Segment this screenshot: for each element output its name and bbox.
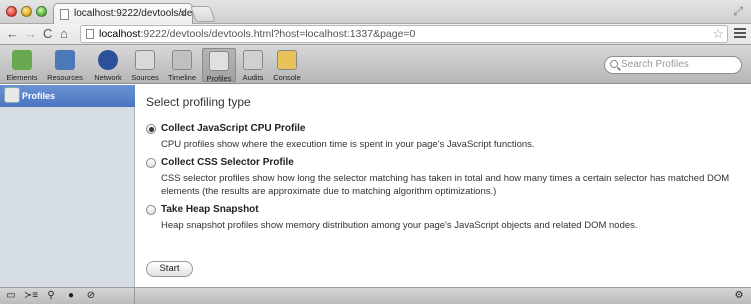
search-placeholder: Search Profiles	[621, 59, 689, 70]
css-selector-profile-radio[interactable]	[146, 158, 156, 168]
search-input[interactable]: Search Profiles	[604, 56, 742, 74]
option-description: CPU profiles show where the execution ti…	[161, 139, 535, 150]
tab-label: Resources	[47, 73, 83, 82]
heap-snapshot-radio[interactable]	[146, 205, 156, 215]
tab-label: Audits	[242, 73, 264, 82]
tab-label: Profiles	[206, 74, 232, 83]
settings-gear-icon[interactable]: ⚙	[731, 289, 747, 303]
devtools-toolbar: Elements Resources Network Sources Timel…	[0, 44, 751, 84]
tab-network[interactable]: Network	[90, 48, 126, 82]
profiles-icon	[209, 51, 229, 71]
tab-elements[interactable]: Elements	[4, 48, 40, 82]
back-arrow-icon[interactable]: ←	[6, 25, 19, 43]
tab-title: localhost:9222/devtools/dev	[74, 8, 193, 19]
reload-icon[interactable]: C	[43, 25, 52, 43]
page-icon	[60, 9, 69, 20]
status-bar: ▭ ≻≡ ⚲ ● ⊘ ⚙	[0, 287, 751, 304]
tab-timeline[interactable]: Timeline	[164, 48, 200, 82]
option-description: CSS selector profiles show how long the …	[161, 173, 730, 197]
inspect-search-icon[interactable]: ⚲	[43, 289, 59, 303]
search-icon	[610, 60, 618, 68]
option-label: Collect CSS Selector Profile	[161, 157, 294, 168]
url-host: localhost	[99, 28, 141, 40]
navigation-bar: ← → C ⌂ localhost:9222/devtools/devtools…	[0, 24, 751, 44]
option-label: Take Heap Snapshot	[161, 204, 259, 215]
minimize-window-button[interactable]	[21, 6, 32, 17]
option-label: Collect JavaScript CPU Profile	[161, 123, 306, 134]
zoom-window-button[interactable]	[36, 6, 47, 17]
profile-type-panel: Select profiling type Collect JavaScript…	[136, 85, 751, 287]
network-icon	[98, 50, 118, 70]
profiles-sidebar: Profiles	[0, 85, 135, 287]
tab-resources[interactable]: Resources	[44, 48, 86, 82]
tab-audits[interactable]: Audits	[238, 48, 268, 82]
tab-label: Console	[273, 73, 301, 82]
close-tab-icon[interactable]: ×	[180, 4, 186, 24]
menu-icon[interactable]	[734, 26, 746, 40]
cpu-profile-radio[interactable]	[146, 124, 156, 134]
dock-icon[interactable]: ▭	[3, 289, 19, 303]
start-button[interactable]: Start	[146, 261, 193, 277]
console-drawer-icon[interactable]: ≻≡	[23, 289, 39, 303]
status-divider	[134, 288, 135, 304]
tab-label: Network	[94, 73, 122, 82]
sidebar-item-label: Profiles	[22, 91, 56, 101]
tab-label: Elements	[6, 73, 38, 82]
browser-tab[interactable]: localhost:9222/devtools/dev ×	[53, 3, 193, 25]
timeline-icon	[172, 50, 192, 70]
tab-profiles[interactable]: Profiles	[202, 48, 236, 83]
tab-console[interactable]: Console	[270, 48, 304, 82]
page-icon	[86, 29, 94, 39]
record-icon[interactable]: ●	[63, 289, 79, 303]
title-bar: localhost:9222/devtools/dev × ⤢	[0, 0, 751, 25]
new-tab-button[interactable]	[190, 6, 216, 22]
clear-icon[interactable]: ⊘	[83, 289, 99, 303]
bookmark-star-icon[interactable]: ☆	[712, 26, 724, 42]
resources-icon	[55, 50, 75, 70]
console-icon	[277, 50, 297, 70]
fullscreen-icon[interactable]: ⤢	[733, 4, 743, 19]
address-bar[interactable]: localhost:9222/devtools/devtools.html?ho…	[80, 25, 728, 43]
sources-icon	[135, 50, 155, 70]
browser-window: localhost:9222/devtools/dev × ⤢ ← → C ⌂ …	[0, 0, 751, 304]
close-window-button[interactable]	[6, 6, 17, 17]
forward-arrow-icon[interactable]: →	[24, 25, 37, 43]
home-icon[interactable]: ⌂	[60, 25, 68, 43]
panel-heading: Select profiling type	[146, 95, 251, 109]
elements-icon	[12, 50, 32, 70]
option-description: Heap snapshot profiles show memory distr…	[161, 220, 638, 231]
tab-sources[interactable]: Sources	[128, 48, 162, 82]
audits-icon	[243, 50, 263, 70]
profiles-icon	[4, 87, 20, 103]
sidebar-item-profiles[interactable]: Profiles	[0, 85, 135, 107]
url-path: :9222/devtools/devtools.html?host=localh…	[140, 28, 416, 40]
tab-label: Timeline	[167, 73, 197, 82]
tab-label: Sources	[131, 73, 159, 82]
